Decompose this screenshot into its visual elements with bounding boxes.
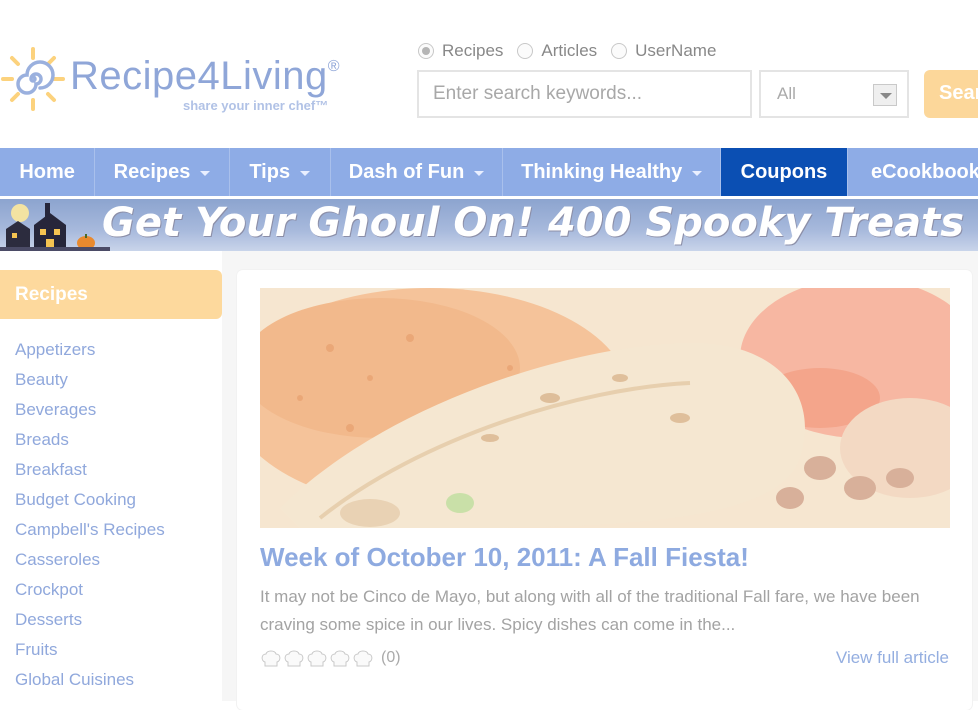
sidebar-item-fruits[interactable]: Fruits — [15, 641, 222, 671]
sidebar-item-crockpot[interactable]: Crockpot — [15, 581, 222, 611]
sidebar-item-beverages[interactable]: Beverages — [15, 401, 222, 431]
radio-unchecked-icon[interactable] — [517, 43, 534, 59]
nav-item-ecookbooks[interactable]: eCookbooks — [848, 148, 978, 196]
sidebar-item-casseroles[interactable]: Casseroles — [15, 551, 222, 581]
sidebar-item-breakfast[interactable]: Breakfast — [15, 461, 222, 491]
search-type-group: Recipes Articles UserName — [418, 39, 730, 63]
sidebar-item-appetizers[interactable]: Appetizers — [15, 341, 222, 371]
nav-item-thinking-healthy[interactable]: Thinking Healthy — [503, 148, 721, 196]
site-logo[interactable]: Recipe4Living® share your inner chef™ — [0, 40, 410, 120]
logo-tagline: share your inner chef™ — [183, 98, 329, 113]
sidebar-item-campbells-recipes[interactable]: Campbell's Recipes — [15, 521, 222, 551]
search-category-value: All — [777, 84, 796, 103]
featured-article-card: Week of October 10, 2011: A Fall Fiesta!… — [237, 270, 972, 710]
article-hero-image[interactable] — [260, 288, 950, 528]
chef-hat-icon[interactable] — [283, 648, 305, 668]
sidebar-item-breads[interactable]: Breads — [15, 431, 222, 461]
sun-logo-icon — [1, 47, 65, 111]
nav-item-home[interactable]: Home — [0, 148, 96, 196]
logo-wordmark: Recipe4Living® — [70, 54, 341, 98]
search-type-articles[interactable]: Articles — [517, 39, 597, 63]
chevron-down-icon[interactable] — [873, 84, 897, 106]
search-button[interactable]: Search — [924, 70, 978, 118]
search-type-username[interactable]: UserName — [611, 39, 716, 63]
site-header: Recipe4Living® share your inner chef™ Re… — [0, 0, 978, 148]
caret-down-icon — [474, 170, 485, 176]
caret-down-icon — [692, 170, 703, 176]
caret-down-icon — [200, 170, 211, 176]
search-input[interactable] — [417, 70, 752, 118]
banner-headline: Get Your Ghoul On! 400 Spooky Treats For… — [102, 200, 978, 246]
nav-item-dash-of-fun[interactable]: Dash of Fun — [331, 148, 504, 196]
sidebar-item-budget-cooking[interactable]: Budget Cooking — [15, 491, 222, 521]
sidebar-category-list: Appetizers Beauty Beverages Breads Break… — [0, 319, 222, 701]
radio-checked-icon[interactable] — [418, 43, 434, 59]
rating-count: (0) — [381, 649, 401, 666]
search-type-recipes[interactable]: Recipes — [418, 39, 503, 63]
sidebar-item-desserts[interactable]: Desserts — [15, 611, 222, 641]
chef-hat-icon[interactable] — [352, 648, 374, 668]
view-full-article-link[interactable]: View full article — [836, 648, 949, 668]
haunted-house-icon — [0, 203, 110, 251]
radio-unchecked-icon[interactable] — [611, 43, 628, 59]
nav-item-coupons[interactable]: Coupons — [720, 148, 848, 196]
sidebar-item-beauty[interactable]: Beauty — [15, 371, 222, 401]
recipes-sidebar: Recipes Appetizers Beauty Beverages Brea… — [0, 270, 222, 701]
sidebar-item-global-cuisines[interactable]: Global Cuisines — [15, 671, 222, 701]
chef-hat-icon[interactable] — [306, 648, 328, 668]
nav-item-recipes[interactable]: Recipes — [95, 148, 230, 196]
search-category-select[interactable]: All — [759, 70, 909, 118]
chef-hat-icon[interactable] — [260, 648, 282, 668]
caret-down-icon — [300, 170, 311, 176]
main-nav: Home Recipes Tips Dash of Fun Thinking H… — [0, 148, 978, 196]
chef-hat-icon[interactable] — [329, 648, 351, 668]
halloween-promo-banner[interactable]: Get Your Ghoul On! 400 Spooky Treats For… — [0, 199, 978, 251]
chef-hat-rating[interactable]: (0) — [260, 648, 401, 668]
sidebar-heading: Recipes — [0, 270, 222, 319]
article-title-link[interactable]: Week of October 10, 2011: A Fall Fiesta! — [260, 542, 749, 573]
nav-item-tips[interactable]: Tips — [230, 148, 331, 196]
article-summary: It may not be Cinco de Mayo, but along w… — [260, 587, 920, 634]
